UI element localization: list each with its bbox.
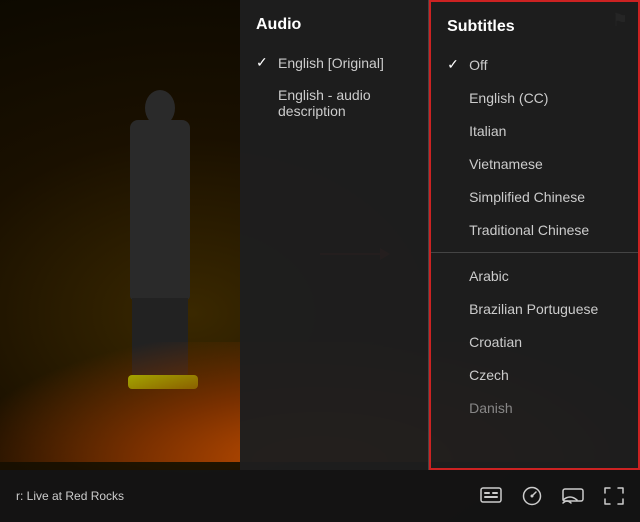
subtitle-item-simplified-chinese[interactable]: ✓ Simplified Chinese <box>431 180 638 213</box>
settings-panel: Audio ✓ English [Original] ✓ English - a… <box>240 0 640 470</box>
subtitle-item-croatian[interactable]: ✓ Croatian <box>431 325 638 358</box>
subtitle-divider <box>431 252 638 253</box>
subtitle-item-danish[interactable]: ✓ Danish <box>431 391 638 424</box>
subtitle-item-english-cc[interactable]: ✓ English (CC) <box>431 81 638 114</box>
subtitles-title: Subtitles <box>431 18 638 48</box>
bottom-bar: r: Live at Red Rocks <box>0 470 640 522</box>
subtitles-column: Subtitles ✓ Off ✓ English (CC) ✓ Italian… <box>429 0 640 470</box>
subtitle-item-brazilian-portuguese[interactable]: ✓ Brazilian Portuguese <box>431 292 638 325</box>
audio-column: Audio ✓ English [Original] ✓ English - a… <box>240 0 429 470</box>
fullscreen-button[interactable] <box>604 487 624 505</box>
subtitle-item-italian[interactable]: ✓ Italian <box>431 114 638 147</box>
check-off: ✓ <box>447 56 461 73</box>
bottom-icons <box>480 486 624 506</box>
check-english-original: ✓ <box>256 54 270 71</box>
subtitle-item-traditional-chinese[interactable]: ✓ Traditional Chinese <box>431 213 638 246</box>
subtitles-button[interactable] <box>480 487 502 505</box>
video-label: r: Live at Red Rocks <box>16 489 480 503</box>
audio-item-english-original[interactable]: ✓ English [Original] <box>240 46 428 79</box>
speed-button[interactable] <box>522 486 542 506</box>
subtitle-item-czech[interactable]: ✓ Czech <box>431 358 638 391</box>
subtitle-item-vietnamese[interactable]: ✓ Vietnamese <box>431 147 638 180</box>
audio-item-english-description[interactable]: ✓ English - audio description <box>240 79 428 127</box>
cast-button[interactable] <box>562 487 584 505</box>
subtitle-item-off[interactable]: ✓ Off <box>431 48 638 81</box>
audio-title: Audio <box>240 16 428 46</box>
subtitle-item-arabic[interactable]: ✓ Arabic <box>431 259 638 292</box>
